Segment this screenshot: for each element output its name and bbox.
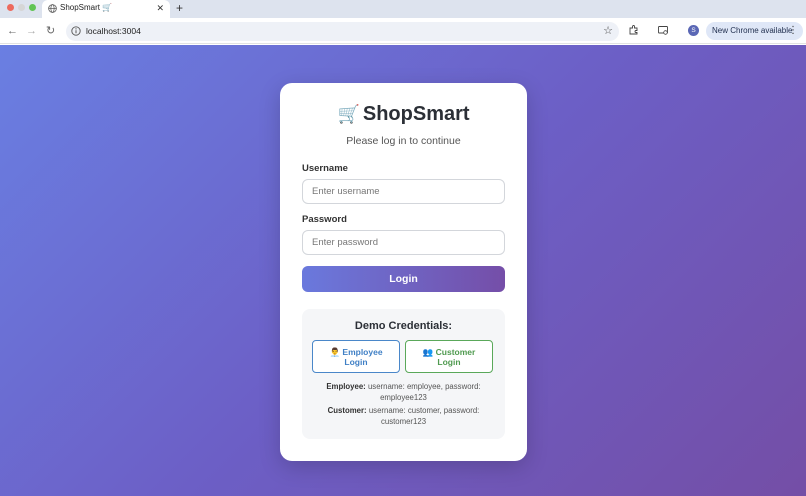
update-label: New Chrome available — [712, 26, 793, 35]
employee-credentials-label: Employee: — [326, 382, 366, 391]
close-window-button[interactable] — [7, 4, 14, 11]
address-bar[interactable]: localhost:3004 ☆ — [66, 22, 619, 41]
back-icon[interactable]: ← — [7, 24, 18, 38]
minimize-window-button[interactable] — [18, 4, 25, 11]
menu-icon[interactable]: ⋮ — [788, 24, 798, 37]
customer-login-button[interactable]: 👥 Customer Login — [405, 340, 493, 373]
globe-icon — [48, 4, 57, 13]
browser-tab[interactable]: ShopSmart 🛒 ✕ — [42, 0, 170, 18]
url-text: localhost:3004 — [86, 26, 141, 36]
page-background: 🛒 ShopSmart Please log in to continue Use… — [0, 45, 806, 496]
reload-icon[interactable]: ↻ — [46, 24, 55, 38]
customer-credentials-text: username: customer, password: customer12… — [368, 406, 480, 426]
close-tab-icon[interactable]: ✕ — [156, 2, 164, 14]
cast-icon[interactable] — [657, 24, 669, 36]
customers-icon: 👥 — [422, 346, 434, 357]
username-label: Username — [302, 163, 348, 174]
brand-title: 🛒 ShopSmart — [280, 103, 527, 126]
demo-credentials-title: Demo Credentials: — [354, 320, 453, 332]
login-card: 🛒 ShopSmart Please log in to continue Use… — [280, 83, 527, 461]
customer-credentials-label: Customer: — [327, 406, 367, 415]
customer-login-label: Customer Login — [435, 346, 476, 367]
profile-avatar[interactable]: S — [688, 25, 699, 36]
chrome-update-button[interactable]: New Chrome available ⋮ — [706, 22, 803, 40]
customer-credentials: Customer: username: customer, password: … — [312, 405, 495, 427]
password-input[interactable] — [302, 230, 505, 255]
employee-credentials: Employee: username: employee, password: … — [312, 381, 495, 403]
employee-icon: 👨‍💼 — [329, 346, 341, 357]
star-icon[interactable]: ☆ — [603, 24, 613, 38]
tab-title: ShopSmart 🛒 — [60, 3, 113, 12]
browser-toolbar: ← → ↻ localhost:3004 ☆ S New Chrome avai… — [0, 18, 806, 44]
employee-login-label: Employee Login — [342, 346, 383, 367]
employee-login-button[interactable]: 👨‍💼 Employee Login — [312, 340, 400, 373]
employee-credentials-text: username: employee, password: employee12… — [367, 382, 481, 402]
login-subtitle: Please log in to continue — [346, 135, 461, 147]
forward-icon[interactable]: → — [26, 24, 37, 38]
maximize-window-button[interactable] — [29, 4, 36, 11]
password-label: Password — [302, 214, 347, 225]
username-input[interactable] — [302, 179, 505, 204]
login-button[interactable]: Login — [302, 266, 505, 292]
tab-strip: ShopSmart 🛒 ✕ + — [0, 0, 806, 18]
shopping-cart-icon: 🛒 — [337, 104, 360, 124]
demo-credentials-panel: Demo Credentials: 👨‍💼 Employee Login 👥 C… — [302, 309, 505, 439]
site-info-icon[interactable] — [71, 26, 81, 36]
extensions-icon[interactable] — [628, 24, 640, 36]
brand-name: ShopSmart — [362, 103, 470, 125]
new-tab-button[interactable]: + — [176, 0, 183, 16]
